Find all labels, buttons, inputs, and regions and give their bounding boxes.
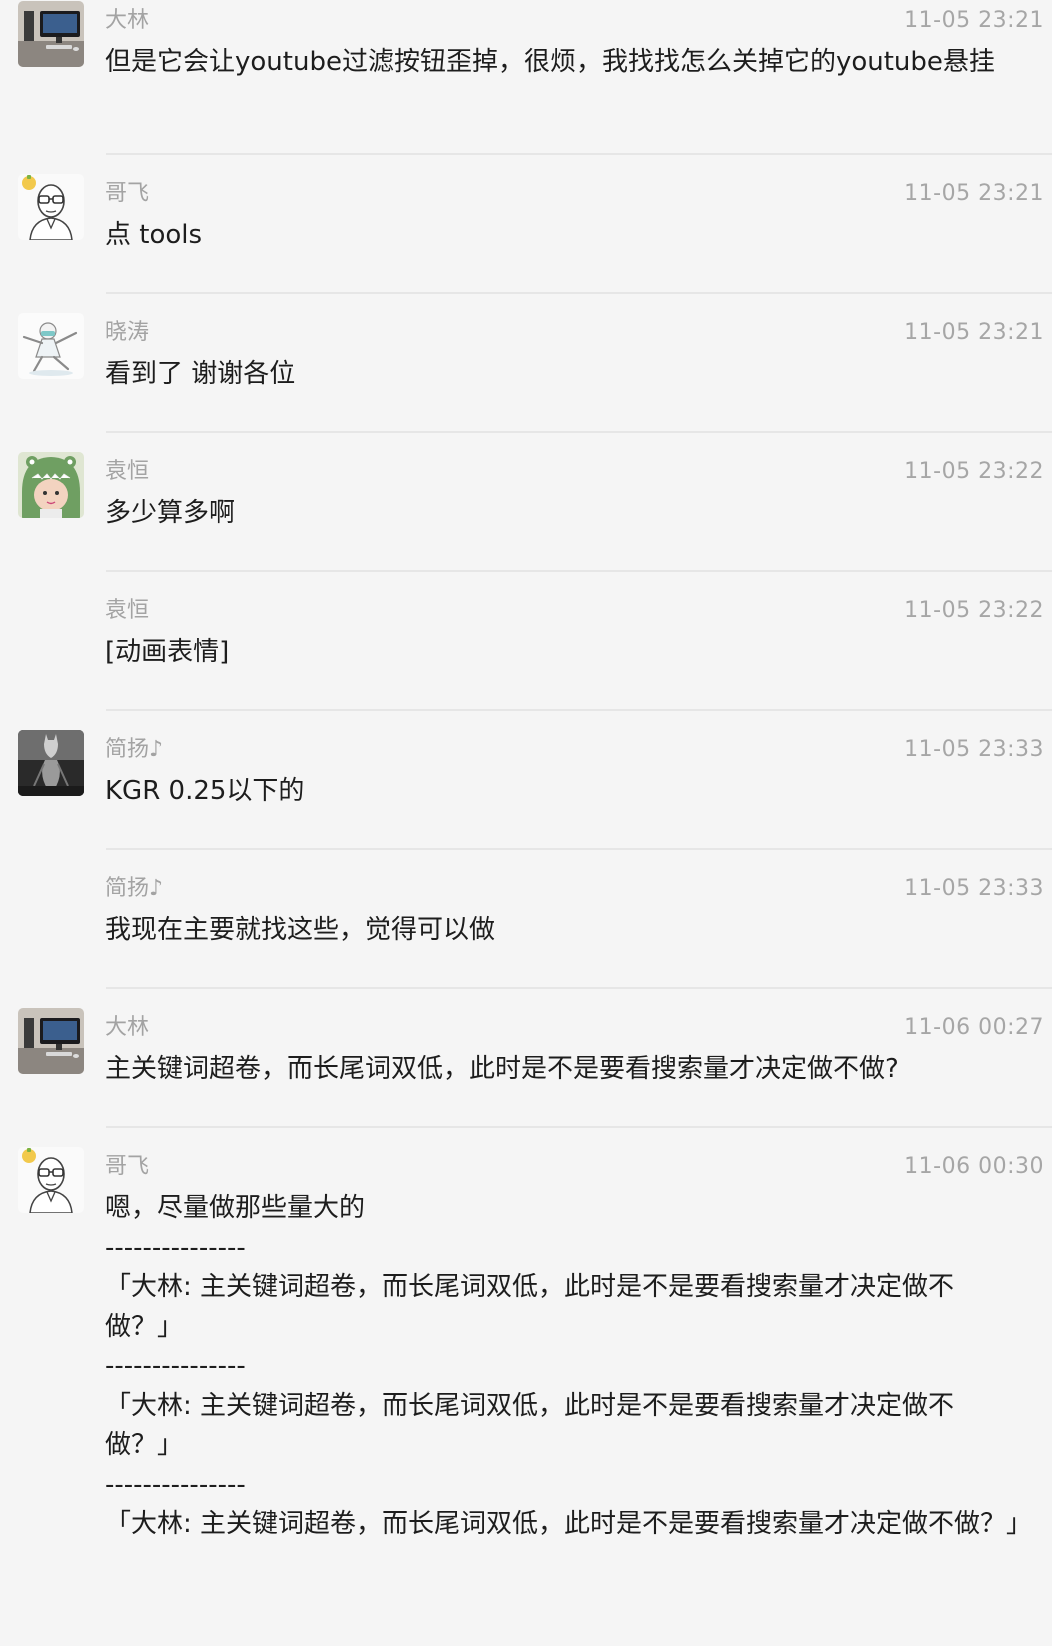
sender-name[interactable]: 简扬♪	[105, 735, 163, 765]
message-timestamp: 11-06 00:30	[904, 1154, 1044, 1179]
sender-avatar[interactable]	[18, 1, 84, 67]
message-timestamp: 11-05 23:22	[904, 459, 1044, 484]
sender-avatar[interactable]	[18, 730, 84, 796]
message-row[interactable]: 大林 11-05 23:21 但是它会让youtube过滤按钮歪掉，很烦，我找找怎么…	[0, 0, 1052, 153]
message-row[interactable]: 袁恒 11-05 23:22 多少算多啊	[0, 431, 1052, 570]
message-timestamp: 11-05 23:33	[904, 876, 1044, 901]
sender-name[interactable]: 袁恒	[105, 457, 149, 487]
message-timestamp: 11-05 23:21	[904, 181, 1044, 206]
message-row[interactable]: 袁恒 11-05 23:22 [动画表情]	[0, 570, 1052, 709]
sender-name[interactable]: 简扬♪	[105, 874, 163, 904]
message-text: [动画表情]	[105, 637, 230, 667]
message-text: 主关键词超卷，而长尾词双低，此时是不是要看搜索量才决定做不做?	[105, 1054, 899, 1084]
message-row[interactable]: 哥飞 11-05 23:21 点 tools	[0, 153, 1052, 292]
sender-avatar[interactable]	[18, 174, 84, 240]
message-text: 多少算多啊	[105, 498, 236, 528]
sender-name[interactable]: 哥飞	[105, 1152, 149, 1182]
message-timestamp: 11-05 23:21	[904, 320, 1044, 345]
message-text: 但是它会让youtube过滤按钮歪掉，很烦，我找找怎么关掉它的youtube悬挂	[105, 47, 995, 77]
message-row[interactable]: 简扬♪ 11-05 23:33 我现在主要就找这些，觉得可以做	[0, 848, 1052, 987]
sender-name[interactable]: 大林	[105, 6, 149, 36]
message-text: 看到了 谢谢各位	[105, 359, 296, 389]
sender-name[interactable]: 袁恒	[105, 596, 149, 626]
message-timestamp: 11-06 00:27	[904, 1015, 1044, 1040]
chat-message-list: 大林 11-05 23:21 但是它会让youtube过滤按钮歪掉，很烦，我找找怎么…	[0, 0, 1052, 1646]
message-row[interactable]: 简扬♪ 11-05 23:33 KGR 0.25以下的	[0, 709, 1052, 848]
message-text: 我现在主要就找这些，觉得可以做	[105, 915, 496, 945]
message-row[interactable]: 晓涛 11-05 23:21 看到了 谢谢各位	[0, 292, 1052, 431]
sender-avatar[interactable]	[18, 1008, 84, 1074]
message-row[interactable]: 哥飞 11-06 00:30 嗯，尽量做那些量大的 --------------- …	[0, 1126, 1052, 1646]
sender-avatar[interactable]	[18, 1147, 84, 1213]
sender-name[interactable]: 哥飞	[105, 179, 149, 209]
message-row[interactable]: 大林 11-06 00:27 主关键词超卷，而长尾词双低，此时是不是要看搜索量才决定…	[0, 987, 1052, 1126]
message-timestamp: 11-05 23:21	[904, 8, 1044, 33]
message-timestamp: 11-05 23:22	[904, 598, 1044, 623]
sender-name[interactable]: 大林	[105, 1013, 149, 1043]
message-text: 点 tools	[105, 220, 203, 250]
message-text: KGR 0.25以下的	[105, 776, 305, 806]
message-text: 嗯，尽量做那些量大的 --------------- 「大林: 主关键词超卷，而…	[105, 1193, 1033, 1539]
sender-avatar[interactable]	[18, 313, 84, 379]
message-timestamp: 11-05 23:33	[904, 737, 1044, 762]
sender-avatar[interactable]	[18, 452, 84, 518]
sender-name[interactable]: 晓涛	[105, 318, 149, 348]
